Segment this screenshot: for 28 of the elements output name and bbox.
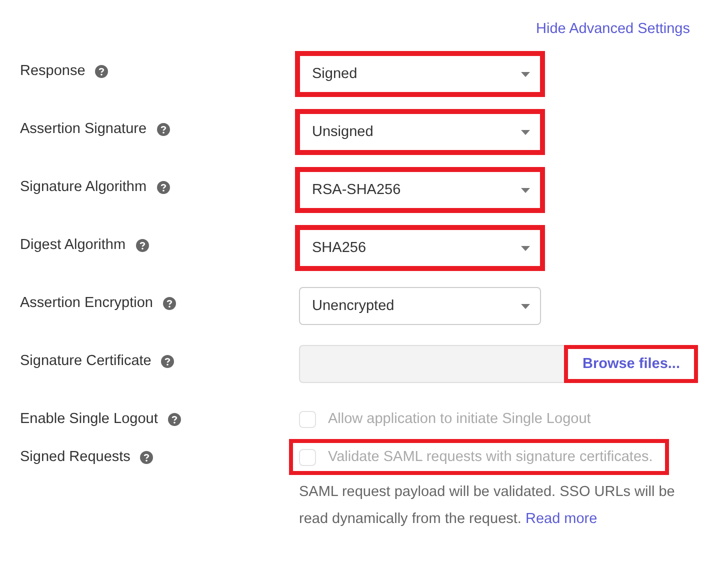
field-label: Assertion Signature — [20, 121, 147, 137]
field-label: Signed Requests — [20, 449, 130, 465]
help-icon[interactable] — [95, 64, 108, 78]
browse-files-button[interactable]: Browse files... — [564, 345, 698, 383]
help-icon[interactable] — [136, 238, 149, 252]
caret-icon — [521, 188, 530, 192]
file-field[interactable] — [299, 345, 564, 383]
field-label: Enable Single Logout — [20, 411, 158, 427]
checkbox-label: Validate SAML requests with signature certificates. — [328, 449, 653, 465]
caret-icon — [521, 130, 530, 134]
help-icon[interactable] — [162, 296, 176, 310]
field-label: Digest Algorithm — [20, 237, 126, 253]
caret-icon — [521, 246, 530, 250]
help-icon[interactable] — [156, 180, 170, 194]
caret-icon — [521, 72, 530, 76]
hide-advanced-settings-link[interactable]: Hide Advanced Settings — [536, 21, 690, 37]
help-text: SAML request payload will be validated. SSO URLs will be read dynamically from the request. Read more — [299, 483, 676, 529]
field-label: Response — [20, 63, 86, 79]
dropdown[interactable]: Unencrypted — [299, 287, 541, 325]
help-icon[interactable] — [140, 450, 154, 464]
field-label: Signature Algorithm — [20, 179, 147, 195]
help-icon[interactable] — [161, 354, 174, 368]
caret-icon — [521, 304, 530, 308]
help-icon[interactable] — [156, 122, 170, 136]
field-label: Assertion Encryption — [20, 295, 153, 311]
help-icon[interactable] — [168, 412, 181, 426]
checkbox-label: Allow application to initiate Single Logout — [328, 411, 591, 427]
field-label: Signature Certificate — [20, 353, 152, 369]
